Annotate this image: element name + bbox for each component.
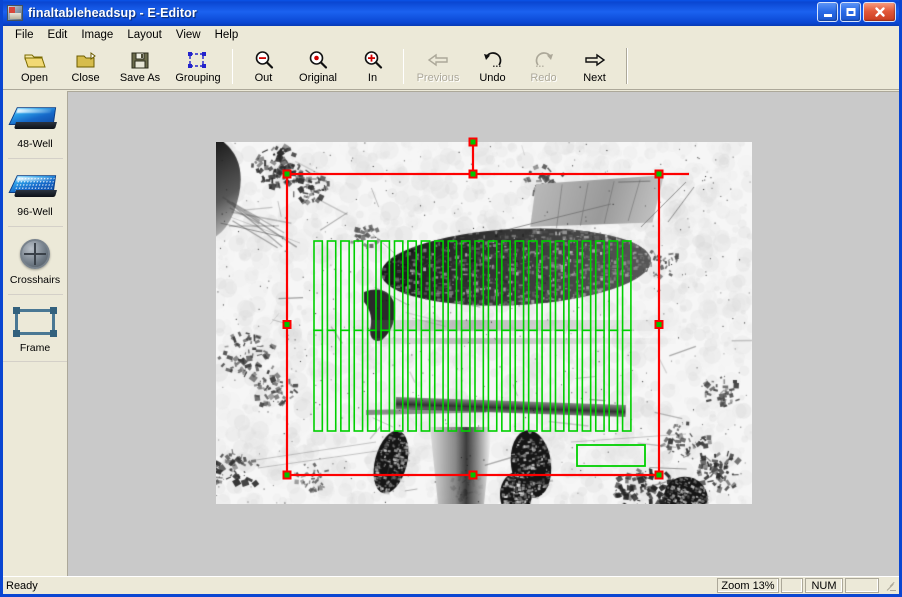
zoom-original-icon <box>308 49 328 71</box>
menu-item-layout[interactable]: Layout <box>120 27 169 44</box>
toolbar-label-redo: Redo <box>530 72 557 84</box>
menu-item-edit[interactable]: Edit <box>41 27 75 44</box>
sidebar-item-frame[interactable]: Frame <box>4 297 66 360</box>
sidebar-label-crosshairs: Crosshairs <box>9 274 61 286</box>
toolbar-label-zoom-original: Original <box>299 72 337 84</box>
toolbar-button-save-as[interactable]: Save As <box>111 45 169 90</box>
toolbar-button-redo: Redo <box>518 45 569 90</box>
app-icon <box>7 5 23 21</box>
toolbar-label-open: Open <box>21 72 48 84</box>
menu-item-help[interactable]: Help <box>208 27 246 44</box>
toolbar-button-next[interactable]: Next <box>569 45 620 90</box>
sidebar-label-96-well: 96-Well <box>17 206 53 218</box>
window-title: finaltableheadsup - E-Editor <box>28 6 197 20</box>
arrow-left-icon <box>426 49 450 71</box>
menu-item-image[interactable]: Image <box>74 27 120 44</box>
sidebar-divider-2 <box>7 226 63 227</box>
plate-96-well-icon <box>8 166 58 206</box>
toolbar-label-zoom-out: Out <box>254 72 273 84</box>
sidebar-item-crosshairs[interactable]: Crosshairs <box>4 229 66 292</box>
toolbar-label-close: Close <box>71 72 100 84</box>
undo-icon <box>481 49 505 71</box>
sidebar-item-48-well[interactable]: 48-Well <box>4 93 66 156</box>
sidebar-item-96-well[interactable]: 96-Well <box>4 161 66 224</box>
toolbar: Open Close Save As Grouping Out Original… <box>3 45 899 91</box>
image-canvas[interactable] <box>68 91 899 576</box>
minimize-button[interactable] <box>817 2 838 22</box>
toolbar-button-grouping[interactable]: Grouping <box>169 45 227 90</box>
toolbar-empty-area <box>626 48 899 84</box>
toolbar-button-undo[interactable]: Undo <box>467 45 518 90</box>
toolbar-button-previous: Previous <box>409 45 467 90</box>
toolbar-button-zoom-in[interactable]: In <box>347 45 398 90</box>
maximize-button[interactable] <box>840 2 861 22</box>
toolbar-separator-1 <box>232 49 233 84</box>
zoom-in-icon <box>363 49 383 71</box>
sidebar-empty-area <box>3 361 67 576</box>
menu-item-view[interactable]: View <box>169 27 208 44</box>
toolbar-button-zoom-out[interactable]: Out <box>238 45 289 90</box>
toolbar-label-save-as: Save As <box>119 72 161 84</box>
toolbar-label-undo: Undo <box>479 72 506 84</box>
application-window: finaltableheadsup - E-Editor File Edit I… <box>0 0 902 597</box>
status-panel-zoom: Zoom 13% <box>717 578 779 593</box>
toolbar-label-zoom-in: In <box>367 72 378 84</box>
loaded-image <box>216 142 752 504</box>
sidebar-label-frame: Frame <box>19 342 51 354</box>
toolbar-label-next: Next <box>583 72 606 84</box>
crosshairs-icon <box>20 234 50 274</box>
toolbar-label-grouping: Grouping <box>175 72 221 84</box>
status-bar: Ready Zoom 13% NUM <box>3 576 899 594</box>
floppy-disk-icon <box>130 49 150 71</box>
sidebar-divider-3 <box>7 294 63 295</box>
zoom-out-icon <box>254 49 274 71</box>
status-message: Ready <box>6 579 38 592</box>
workspace: 48-Well 96-Well Crosshairs Frame <box>3 91 899 576</box>
sidebar-label-48-well: 48-Well <box>17 138 53 150</box>
close-icon <box>874 7 885 17</box>
redo-icon <box>532 49 556 71</box>
toolbar-button-zoom-original[interactable]: Original <box>289 45 347 90</box>
toolbar-button-open[interactable]: Open <box>9 45 60 90</box>
status-panel-blank1 <box>781 578 803 593</box>
status-panel-blank2 <box>845 578 879 593</box>
menu-item-file[interactable]: File <box>8 27 41 44</box>
image-bitmap <box>216 142 752 504</box>
close-button[interactable] <box>863 2 896 22</box>
toolbar-separator-2 <box>403 49 404 84</box>
grouping-icon <box>187 49 209 71</box>
status-panel-num-lock: NUM <box>805 578 843 593</box>
sidebar-divider-1 <box>7 158 63 159</box>
menu-bar: File Edit Image Layout View Help <box>3 26 899 45</box>
open-folder-icon <box>23 49 46 71</box>
plate-48-well-icon <box>8 98 58 138</box>
toolbar-button-close[interactable]: Close <box>60 45 111 90</box>
close-folder-icon <box>75 49 97 71</box>
tool-sidebar: 48-Well 96-Well Crosshairs Frame <box>3 91 68 576</box>
frame-icon <box>13 302 57 342</box>
title-bar[interactable]: finaltableheadsup - E-Editor <box>3 0 899 26</box>
toolbar-label-previous: Previous <box>416 72 460 84</box>
resize-grip[interactable] <box>883 579 897 593</box>
arrow-right-icon <box>583 49 607 71</box>
window-controls <box>817 2 896 22</box>
